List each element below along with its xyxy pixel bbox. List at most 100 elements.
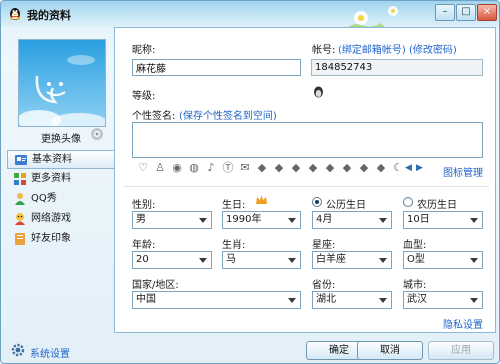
diamond-icon-6[interactable]: ◆ [340, 161, 354, 175]
close-button[interactable]: × [477, 4, 497, 21]
scroll-left-icon[interactable]: ◀ [404, 161, 413, 175]
tencent-icon[interactable]: Ⓣ [221, 161, 235, 175]
birth-month-select[interactable]: 4月 [312, 211, 392, 229]
level-label: 等级: [132, 91, 156, 102]
lunar-birthday-label: 农历生日 [417, 200, 457, 211]
country-label: 国家/地区: [132, 280, 179, 291]
grid-icon [14, 173, 26, 185]
game-icon [15, 213, 25, 225]
signature-textarea[interactable] [132, 122, 483, 158]
save-signature-link[interactable]: (保存个性签名到空间) [179, 107, 277, 122]
camera-icon[interactable] [90, 127, 104, 141]
chevron-down-icon [379, 218, 387, 223]
chevron-down-icon [470, 258, 478, 263]
chevron-down-icon [288, 298, 296, 303]
constellation-select[interactable]: 白羊座 [312, 251, 392, 269]
city-select[interactable]: 武汉 [403, 291, 483, 309]
sidebar-item-friend-impression[interactable]: 好友印象 [7, 230, 113, 248]
gear-icon[interactable] [11, 343, 25, 357]
province-select[interactable]: 湖北 [312, 291, 392, 309]
change-password-link[interactable]: (修改密码) [409, 41, 457, 56]
province-label: 省份: [312, 280, 336, 291]
bottom-bar [1, 333, 499, 363]
diamond-icon-4[interactable]: ◆ [306, 161, 320, 175]
birth-year-select[interactable]: 1990年 [222, 211, 301, 229]
chevron-down-icon [379, 298, 387, 303]
sidebar-item-label: 网络游戏 [31, 213, 71, 224]
divider [124, 186, 489, 187]
chevron-down-icon [288, 218, 296, 223]
age-select[interactable]: 20 [132, 251, 212, 269]
diamond-icon-7[interactable]: ◆ [357, 161, 371, 175]
gender-select[interactable]: 男 [132, 211, 212, 229]
diamond-icon-2[interactable]: ◆ [272, 161, 286, 175]
system-settings-link[interactable]: 系统设置 [30, 345, 70, 360]
music-icon[interactable]: ♪ [204, 161, 218, 175]
nickname-label: 昵称: [132, 45, 156, 56]
chevron-down-icon [288, 258, 296, 263]
province-value: 湖北 [316, 294, 336, 305]
sidebar-item-games[interactable]: 网络游戏 [7, 210, 113, 228]
qq-penguin-icon [10, 8, 20, 20]
maximize-button[interactable]: □ [456, 4, 476, 21]
moon-icon[interactable]: ☾ [391, 161, 405, 175]
penguin-badge-icon[interactable]: ♙ [153, 161, 167, 175]
zodiac-select[interactable]: 马 [222, 251, 301, 269]
chevron-down-icon [470, 218, 478, 223]
sidebar-item-basic-info[interactable]: 基本资料 [7, 150, 114, 169]
account-label: 帐号: [312, 45, 336, 56]
month-value: 4月 [316, 214, 333, 225]
year-value: 1990年 [226, 214, 262, 225]
sidebar-item-qqshow[interactable]: QQ秀 [7, 190, 113, 208]
diamond-icon-5[interactable]: ◆ [323, 161, 337, 175]
chevron-down-icon [199, 218, 207, 223]
birth-day-select[interactable]: 10日 [403, 211, 483, 229]
signature-label: 个性签名: [132, 111, 176, 122]
icon-manage-link[interactable]: 图标管理 [443, 164, 483, 179]
city-value: 武汉 [407, 294, 427, 305]
avatar[interactable] [17, 39, 107, 131]
scroll-right-icon[interactable]: ▶ [415, 161, 424, 175]
age-label: 年龄: [132, 240, 156, 251]
day-value: 10日 [407, 214, 430, 225]
vip-icon[interactable]: ◉ [170, 161, 184, 175]
game-badge-icon[interactable]: ◍ [187, 161, 201, 175]
apply-button[interactable]: 应用 [428, 341, 494, 360]
nickname-input[interactable] [132, 59, 301, 76]
gender-value: 男 [136, 214, 146, 225]
diamond-icon-3[interactable]: ◆ [289, 161, 303, 175]
zodiac-value: 马 [226, 254, 236, 265]
heart-icon[interactable]: ♡ [136, 161, 150, 175]
country-select[interactable]: 中国 [132, 291, 301, 309]
chevron-down-icon [199, 258, 207, 263]
account-field: 184852743 [311, 59, 483, 76]
profile-window: 我的资料 – □ × 更换头像 基本资料 更多资料 QQ秀 网络游戏 好友印象 … [0, 0, 500, 364]
sidebar-item-label: 更多资料 [31, 173, 71, 184]
constellation-value: 白羊座 [316, 254, 346, 265]
title-bar[interactable]: 我的资料 – □ × [1, 1, 499, 35]
minimize-button[interactable]: – [435, 4, 455, 21]
blood-type-value: O型 [407, 254, 425, 265]
cancel-button[interactable]: 取消 [357, 341, 423, 360]
blood-type-select[interactable]: O型 [403, 251, 483, 269]
crown-icon [256, 195, 267, 204]
change-avatar-link[interactable]: 更换头像 [41, 130, 81, 145]
sidebar-item-more-info[interactable]: 更多资料 [7, 170, 113, 188]
diamond-icon-8[interactable]: ◆ [374, 161, 388, 175]
level-penguin-icon [314, 86, 323, 98]
blood-type-label: 血型: [403, 240, 427, 251]
qqshow-icon [15, 193, 25, 205]
constellation-label: 星座: [312, 240, 336, 251]
privacy-settings-link[interactable]: 隐私设置 [443, 316, 483, 331]
mail-icon[interactable]: ✉ [238, 161, 252, 175]
gender-label: 性别: [132, 200, 156, 211]
lunar-birthday-radio[interactable] [403, 197, 413, 207]
bind-email-link[interactable]: (绑定邮箱帐号) [338, 41, 406, 56]
avatar-image [17, 40, 107, 131]
solar-birthday-radio[interactable] [312, 197, 322, 207]
diamond-icon-1[interactable]: ◆ [255, 161, 269, 175]
card-icon [15, 155, 27, 165]
sidebar-item-label: 基本资料 [32, 154, 72, 165]
sidebar: 更换头像 基本资料 更多资料 QQ秀 网络游戏 好友印象 [1, 27, 114, 333]
city-label: 城市: [403, 280, 427, 291]
